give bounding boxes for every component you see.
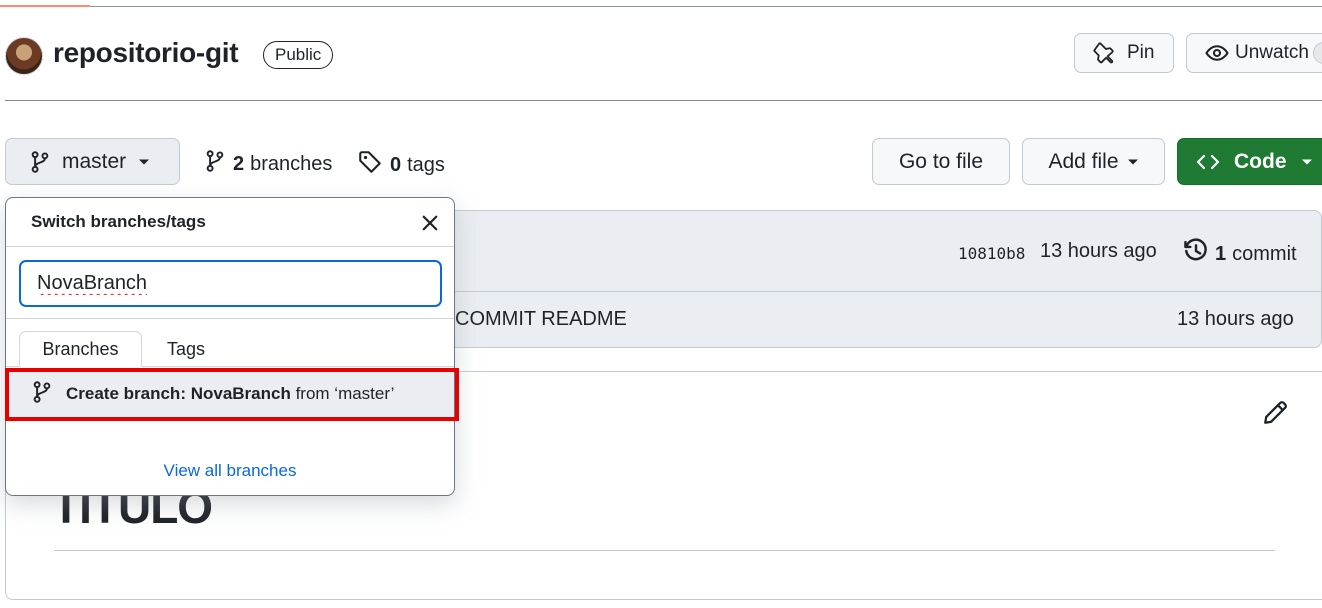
history-icon (1183, 238, 1209, 270)
latest-commit-panel: 10810b8 13 hours ago 1 commit COMMIT REA… (455, 210, 1322, 348)
code-icon (1196, 153, 1220, 171)
branch-switcher-dropdown: Switch branches/tags Branches Tags Creat… (5, 197, 455, 496)
tags-label: tags (407, 153, 445, 176)
header-separator (5, 100, 1322, 101)
branches-link[interactable]: 2 branches (205, 150, 332, 178)
visibility-badge: Public (263, 41, 334, 69)
dropdown-title: Switch branches/tags (31, 212, 206, 231)
branch-selector-button[interactable]: master (5, 138, 180, 185)
git-branch-icon (205, 150, 225, 178)
commit-hash-link[interactable]: 10810b8 (958, 244, 1025, 263)
commit-history-link[interactable]: 1 commit (1183, 238, 1297, 270)
unwatch-button[interactable]: Unwatch (1186, 33, 1322, 73)
create-branch-option[interactable]: Create branch: NovaBranch from ‘master’ (6, 369, 454, 419)
tags-count: 0 (390, 153, 402, 176)
caret-down-icon (1301, 158, 1313, 166)
edit-readme-icon[interactable] (1262, 400, 1288, 431)
caret-down-icon (138, 158, 150, 166)
branch-filter-input[interactable] (19, 260, 442, 307)
go-to-file-button[interactable]: Go to file (872, 138, 1010, 185)
tab-tags[interactable]: Tags (146, 331, 226, 367)
eye-icon (1205, 41, 1229, 65)
dropdown-divider (6, 246, 454, 247)
branches-count: 2 (233, 152, 245, 175)
code-label: Code (1234, 149, 1287, 173)
tab-branches[interactable]: Branches (19, 331, 142, 367)
close-icon[interactable] (420, 213, 442, 235)
add-file-label: Add file (1048, 149, 1119, 173)
header-divider (0, 6, 1322, 7)
git-branch-icon (32, 380, 52, 408)
current-branch-label: master (62, 149, 127, 173)
create-branch-prefix: Create branch: (66, 384, 191, 403)
code-button[interactable]: Code (1177, 138, 1322, 185)
git-branch-icon (30, 150, 50, 173)
create-branch-source: from ‘master’ (290, 384, 395, 403)
pin-button[interactable]: Pin (1074, 33, 1174, 73)
pin-label: Pin (1127, 42, 1155, 63)
commit-count: 1 (1215, 242, 1227, 265)
create-branch-text: Create branch: NovaBranch from ‘master’ (66, 384, 394, 404)
file-commit-message[interactable]: COMMIT README (455, 308, 627, 331)
view-all-branches-link[interactable]: View all branches (6, 461, 454, 481)
tags-link[interactable]: 0 tags (358, 150, 445, 180)
commit-count-label: commit (1232, 242, 1297, 265)
create-branch-name: NovaBranch (190, 384, 291, 403)
branches-label: branches (250, 152, 333, 175)
repo-name[interactable]: repositorio-git (53, 37, 239, 69)
file-commit-time: 13 hours ago (1177, 308, 1294, 330)
commit-time: 13 hours ago (1040, 240, 1157, 262)
tag-icon (358, 150, 382, 180)
caret-down-icon (1127, 158, 1139, 166)
dropdown-divider (6, 318, 454, 319)
unwatch-label: Unwatch (1235, 42, 1309, 63)
add-file-button[interactable]: Add file (1022, 138, 1165, 185)
readme-heading-rule (54, 550, 1275, 551)
watchers-counter (1313, 42, 1322, 64)
pin-icon (1093, 42, 1115, 64)
active-tab-indicator (0, 5, 90, 7)
row-divider (455, 291, 1322, 292)
owner-avatar[interactable] (5, 37, 43, 75)
